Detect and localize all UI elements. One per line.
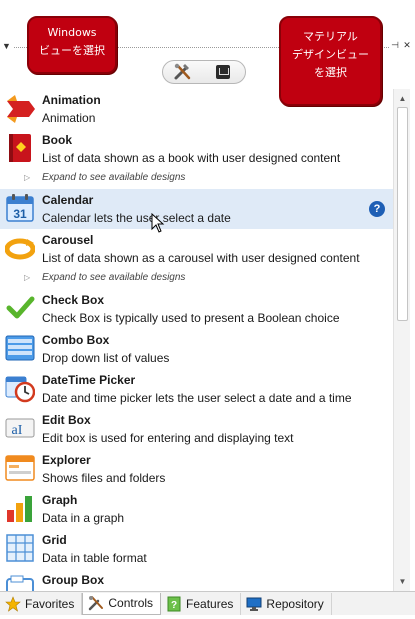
callout-line: を選択 [314, 66, 347, 79]
item-title: Edit Box [42, 413, 91, 427]
tab-controls[interactable]: Controls [82, 592, 162, 615]
panel-tabs: Favorites Controls ? Features Repository [0, 591, 415, 615]
tab-favorites[interactable]: Favorites [0, 592, 83, 615]
grid-icon [6, 534, 34, 562]
list-item-group-box[interactable]: Group Box [0, 569, 393, 591]
list-item-grid[interactable]: Grid Data in table format [0, 529, 393, 569]
list-item-graph[interactable]: Graph Data in a graph [0, 489, 393, 529]
scroll-thumb[interactable] [397, 107, 408, 321]
pin-icon[interactable]: ⊣ [390, 40, 400, 52]
item-description: List of data shown as a carousel with us… [42, 251, 360, 265]
mouse-cursor-icon [151, 213, 165, 233]
list-item-carousel[interactable]: Carousel List of data shown as a carouse… [0, 229, 393, 289]
tab-label: Repository [266, 596, 324, 611]
item-description: Check Box is typically used to present a… [42, 311, 340, 325]
tab-features[interactable]: ? Features [161, 592, 242, 615]
item-title: Grid [42, 533, 67, 547]
animation-icon [7, 95, 35, 123]
item-title: Explorer [42, 453, 91, 467]
list-item-edit-box[interactable]: aI Edit Box Edit box is used for enterin… [0, 409, 393, 449]
item-title: Carousel [42, 233, 94, 247]
calendar-icon: 31 [6, 194, 34, 222]
check-box-icon [6, 296, 35, 319]
features-icon: ? [166, 596, 182, 612]
callout-windows-view: Windows ビューを選択 [27, 16, 117, 74]
item-title: Combo Box [42, 333, 110, 347]
item-title: Group Box [42, 573, 104, 587]
view-toggle [162, 60, 246, 84]
item-description: Calendar lets the user select a date [42, 211, 231, 225]
expand-designs-link[interactable]: Expand to see available designs [42, 172, 185, 183]
tab-label: Favorites [25, 596, 75, 611]
list-item-check-box[interactable]: Check Box Check Box is typically used to… [0, 289, 393, 329]
list-item-book[interactable]: Book List of data shown as a book with u… [0, 129, 393, 189]
item-description: List of data shown as a book with user d… [42, 151, 341, 165]
close-icon[interactable]: ✕ [402, 40, 412, 52]
windows-view-button[interactable] [173, 63, 193, 81]
tools-icon [88, 595, 104, 611]
item-description: Drop down list of values [42, 351, 170, 365]
material-icon [216, 65, 230, 79]
item-title: Check Box [42, 293, 105, 307]
edit-box-glyph: aI [12, 423, 23, 438]
book-icon [9, 134, 31, 162]
callout-line: Windows [47, 26, 97, 39]
item-title: Book [42, 133, 72, 147]
list-item-datetime-picker[interactable]: DateTime Picker Date and time picker let… [0, 369, 393, 409]
expand-designs-link[interactable]: Expand to see available designs [42, 272, 185, 283]
svg-text:?: ? [171, 600, 177, 611]
list-item-combo-box[interactable]: Combo Box Drop down list of values [0, 329, 393, 369]
item-description: Data in table format [42, 551, 147, 565]
item-title: Graph [42, 493, 78, 507]
list-scrollbar[interactable]: ▲ ▼ [393, 89, 410, 591]
tab-repository[interactable]: Repository [241, 592, 332, 615]
graph-icon [7, 496, 32, 522]
calendar-day: 31 [13, 207, 27, 221]
list-item-explorer[interactable]: Explorer Shows files and folders [0, 449, 393, 489]
item-description: Date and time picker lets the user selec… [42, 391, 352, 405]
star-icon [5, 595, 21, 612]
edit-box-icon: aI [5, 418, 35, 438]
callout-line: ビューを選択 [39, 44, 105, 57]
scroll-up-icon[interactable]: ▲ [394, 91, 411, 106]
combo-box-icon [5, 335, 35, 361]
expand-arrow-icon[interactable]: ▷ [24, 173, 30, 182]
explorer-icon [5, 455, 35, 481]
list-item-animation[interactable]: Animation Animation [0, 89, 393, 129]
item-description: Shows files and folders [42, 471, 166, 485]
tab-label: Controls [108, 596, 154, 610]
item-description: Edit box is used for entering and displa… [42, 431, 294, 445]
expand-arrow-icon[interactable]: ▷ [24, 273, 30, 282]
list-item-calendar[interactable]: 31 Calendar Calendar lets the user selec… [0, 189, 393, 229]
tab-label: Features [186, 596, 234, 611]
tools-icon [174, 63, 191, 80]
panel-window-buttons: ⊣ ✕ [390, 40, 412, 52]
carousel-icon [5, 238, 35, 260]
item-title: Animation [42, 93, 101, 107]
panel-menu-arrow-icon[interactable]: ▼ [2, 41, 11, 51]
repository-icon [246, 596, 262, 612]
controls-list: Animation Animation Book List of data sh… [0, 89, 393, 591]
datetime-picker-icon [5, 376, 35, 403]
item-title: DateTime Picker [42, 373, 136, 387]
item-description: Animation [42, 111, 96, 125]
help-icon[interactable]: ? [369, 201, 385, 217]
callout-line: マテリアル [303, 30, 358, 43]
callout-line: デザインビュー [292, 48, 369, 61]
scroll-down-icon[interactable]: ▼ [394, 574, 411, 589]
item-description: Data in a graph [42, 511, 125, 525]
item-title: Calendar [42, 193, 94, 207]
material-design-view-button[interactable] [213, 63, 233, 81]
group-box-icon [6, 575, 34, 591]
